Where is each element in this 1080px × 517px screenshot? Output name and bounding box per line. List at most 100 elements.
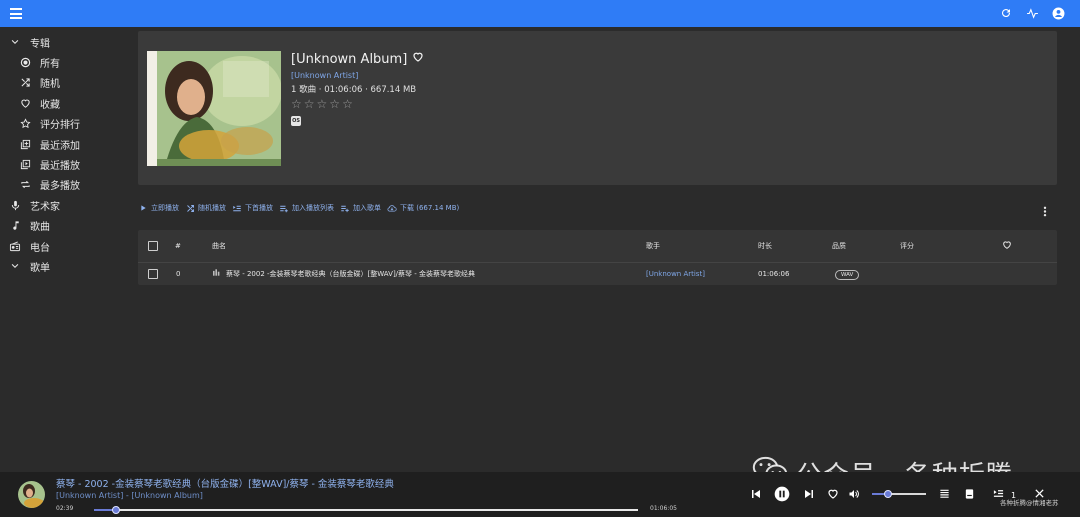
play-next-label: 下首播放 [245, 204, 273, 212]
activity-icon[interactable] [1024, 5, 1040, 21]
album-header: [Unknown Album] [Unknown Artist] 1 歌曲 · … [138, 31, 1057, 185]
sidebar-albums-group[interactable]: 专辑 [0, 32, 128, 52]
download-label: 下载 (667.14 MB) [400, 204, 460, 212]
main-content: [Unknown Album] [Unknown Artist] 1 歌曲 · … [138, 31, 1057, 285]
now-playing-title[interactable]: 蔡琴 - 2002 -金装蔡琴老歌经典（台版金碟）[整WAV]/蔡琴 - 金装蔡… [56, 476, 394, 490]
repeat-icon [18, 178, 32, 192]
sidebar: 专辑 所有 随机 收藏 评分排行 最近添加 最近播放 最多播放 艺术家 歌曲 电… [0, 27, 128, 472]
progress-slider[interactable] [94, 506, 638, 514]
previous-icon[interactable] [750, 488, 762, 500]
playlist-plus-icon [340, 203, 350, 213]
row-title: 蔡琴 - 2002 -金装蔡琴老歌经典（台版金碟）[整WAV]/蔡琴 - 金装蔡… [226, 269, 476, 278]
library-add-icon [18, 137, 32, 151]
sidebar-item-recently-added[interactable]: 最近添加 [0, 134, 128, 154]
album-artist-link[interactable]: [Unknown Artist] [291, 71, 424, 80]
row-artist-link[interactable]: [Unknown Artist] [646, 270, 705, 278]
now-playing-cover[interactable] [18, 481, 45, 508]
sidebar-item-random[interactable]: 随机 [0, 73, 128, 93]
sidebar-item-all[interactable]: 所有 [0, 52, 128, 72]
next-icon[interactable] [803, 488, 815, 500]
sidebar-item-label: 随机 [40, 79, 60, 91]
album-book-icon[interactable] [964, 488, 975, 500]
sidebar-item-artists[interactable]: 艺术家 [0, 195, 128, 215]
volume-icon[interactable] [847, 488, 861, 500]
shuffle-icon [18, 76, 32, 90]
sidebar-item-label: 艺术家 [30, 201, 60, 213]
radio-icon [18, 56, 32, 70]
menu-icon[interactable] [10, 8, 22, 19]
volume-knob[interactable] [884, 490, 892, 498]
sidebar-item-label: 最近添加 [40, 140, 80, 152]
track-table: # 曲名 歌手 时长 品质 评分 0 蔡琴 - 2002 -金装蔡琴老歌经典（台… [138, 230, 1057, 285]
add-to-playlist-button[interactable]: 加入歌单 [340, 203, 381, 213]
more-vert-icon[interactable] [1043, 202, 1047, 221]
album-info: [Unknown Album] [Unknown Artist] 1 歌曲 · … [291, 51, 424, 126]
col-favorite-heart-icon [1002, 240, 1012, 252]
row-duration: 01:06:06 [758, 269, 790, 278]
account-icon[interactable] [1050, 5, 1066, 21]
lyrics-list-icon[interactable] [939, 488, 950, 499]
os-badge[interactable]: OS [291, 116, 301, 126]
play-icon [138, 203, 148, 213]
col-duration-header[interactable]: 时长 [758, 241, 772, 251]
total-duration: 01:06:05 [650, 505, 677, 512]
current-time: 02:39 [56, 505, 74, 512]
add-to-queue-button[interactable]: 加入播放列表 [279, 203, 334, 213]
chevron-down-icon [8, 35, 22, 49]
sidebar-item-favorites[interactable]: 收藏 [0, 93, 128, 113]
chevron-down-icon [8, 259, 22, 273]
app-bar [0, 0, 1080, 27]
music-note-icon [8, 219, 22, 233]
sidebar-item-top-rated[interactable]: 评分排行 [0, 114, 128, 134]
rating-star-icon[interactable]: ☆ [304, 97, 315, 111]
volume-slider[interactable] [872, 490, 926, 498]
library-play-icon [18, 158, 32, 172]
play-now-button[interactable]: 立即播放 [138, 203, 179, 213]
select-all-checkbox[interactable] [148, 241, 158, 251]
shuffle-play-button[interactable]: 随机播放 [185, 203, 226, 213]
shuffle-play-label: 随机播放 [198, 204, 226, 212]
album-meta: 1 歌曲 · 01:06:06 · 667.14 MB [291, 85, 417, 95]
equalizer-icon [213, 269, 221, 278]
play-now-label: 立即播放 [151, 204, 179, 212]
appbar-actions [998, 5, 1066, 21]
watermark-small-text: 各种折腾@情湘老苏 [1000, 499, 1059, 507]
col-rating-header[interactable]: 评分 [900, 241, 914, 251]
add-to-queue-label: 加入播放列表 [292, 204, 334, 212]
rating-star-icon[interactable]: ☆ [291, 97, 302, 111]
row-index: 0 [176, 269, 181, 278]
add-to-playlist-label: 加入歌单 [353, 204, 381, 212]
sidebar-item-label: 评分排行 [40, 120, 80, 132]
col-artist-header[interactable]: 歌手 [646, 241, 660, 251]
row-checkbox[interactable] [148, 268, 158, 279]
col-quality-header[interactable]: 品质 [832, 241, 846, 251]
rating-star-icon[interactable]: ☆ [329, 97, 340, 111]
pause-button[interactable] [774, 486, 790, 502]
refresh-icon[interactable] [998, 5, 1014, 21]
sidebar-item-label: 收藏 [40, 99, 60, 111]
play-next-button[interactable]: 下首播放 [232, 203, 273, 213]
favorite-heart-icon[interactable] [412, 51, 424, 67]
album-cover[interactable] [147, 51, 281, 166]
album-title: [Unknown Album] [291, 51, 408, 67]
progress-knob[interactable] [111, 506, 120, 514]
queue-next-icon [232, 203, 242, 213]
sidebar-item-songs[interactable]: 歌曲 [0, 216, 128, 236]
rating-star-icon[interactable]: ☆ [342, 97, 353, 111]
sidebar-playlists-group[interactable]: 歌单 [0, 256, 128, 276]
favorite-heart-icon[interactable] [827, 488, 839, 500]
table-row[interactable]: 0 蔡琴 - 2002 -金装蔡琴老歌经典（台版金碟）[整WAV]/蔡琴 - 金… [138, 263, 1057, 284]
quality-badge-label: WAV [835, 269, 860, 280]
download-button[interactable]: 下载 (667.14 MB) [387, 203, 459, 213]
now-playing-subtitle: [Unknown Artist] - [Unknown Album] [56, 491, 203, 500]
playlist-add-icon [279, 203, 289, 213]
sidebar-item-radio[interactable]: 电台 [0, 236, 128, 256]
radio-station-icon [8, 239, 22, 253]
sidebar-item-most-played[interactable]: 最多播放 [0, 175, 128, 195]
sidebar-item-recently-played[interactable]: 最近播放 [0, 154, 128, 174]
sidebar-item-label: 最多播放 [40, 181, 80, 193]
col-index-header: # [175, 242, 181, 250]
shuffle-icon [185, 203, 195, 213]
col-title-header[interactable]: 曲名 [212, 241, 226, 251]
rating-star-icon[interactable]: ☆ [317, 97, 328, 111]
